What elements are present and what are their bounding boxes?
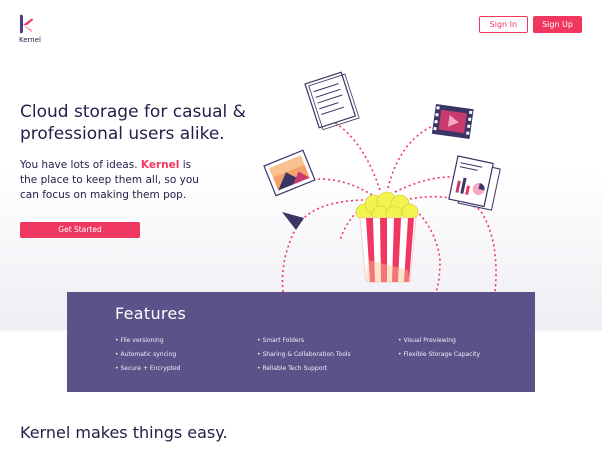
report-icon — [448, 155, 501, 211]
kernel-logo[interactable]: Kernel — [18, 14, 58, 44]
photo-icon — [263, 149, 316, 230]
feature-item: Sharing & Collaboration Tools — [257, 348, 350, 362]
document-icon — [304, 71, 360, 131]
feature-item: Visual Previewing — [398, 334, 480, 348]
features-panel: Features File versioning Automatic synci… — [67, 292, 535, 392]
features-column-2: Smart Folders Sharing & Collaboration To… — [257, 334, 351, 376]
hero-text-brand: Kernel — [140, 159, 180, 171]
features-column-1: File versioning Automatic syncing Secure… — [115, 334, 181, 376]
section-title: Kernel makes things easy. — [20, 423, 228, 442]
get-started-button[interactable]: Get Started — [20, 222, 140, 238]
feature-item: Secure + Encrypted — [115, 362, 180, 376]
hero-text-intro: You have lots of ideas. — [20, 159, 138, 171]
features-column-3: Visual Previewing Flexible Storage Capac… — [398, 334, 480, 362]
feature-item: Smart Folders — [257, 334, 351, 348]
features-title: Features — [115, 304, 187, 323]
logo-wordmark: Kernel — [19, 36, 41, 44]
sign-up-button[interactable]: Sign Up — [533, 16, 582, 33]
feature-item: Reliable Tech Support — [257, 362, 351, 376]
video-file-icon — [431, 104, 474, 139]
hero-title: Cloud storage for casual & professional … — [20, 102, 246, 144]
hero-illustration — [263, 71, 501, 293]
feature-item: Flexible Storage Capacity — [398, 348, 480, 362]
header-nav: Sign In Sign Up — [478, 16, 582, 33]
sign-in-button[interactable]: Sign In — [478, 16, 529, 33]
hero-text: You have lots of ideas. Kernel is the pl… — [20, 158, 210, 203]
feature-item: File versioning — [115, 334, 181, 348]
feature-item: Automatic syncing — [115, 348, 181, 362]
popcorn-icon — [355, 191, 419, 283]
kernel-logo-icon — [20, 14, 33, 34]
